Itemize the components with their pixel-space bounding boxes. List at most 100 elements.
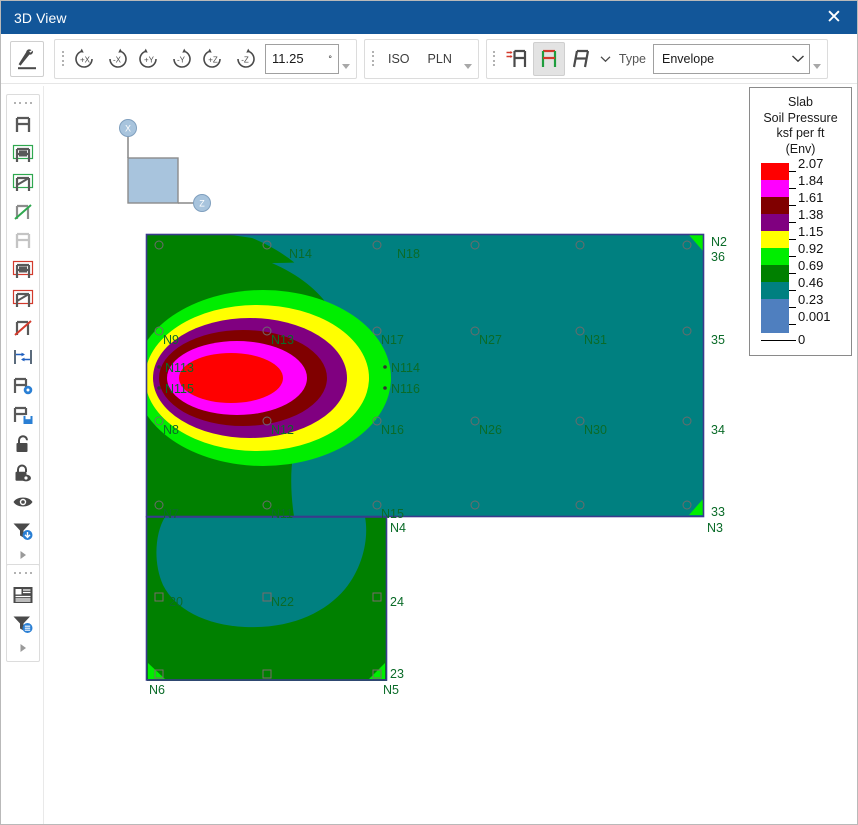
svg-text:+Z: +Z: [208, 55, 218, 64]
legend-tick: [789, 256, 796, 257]
legend-value: 1.84: [798, 175, 823, 187]
rotate-plus-y[interactable]: +Y: [133, 42, 165, 76]
degree-symbol: °: [328, 54, 332, 64]
frame-settings-icon[interactable]: [8, 371, 38, 400]
highlight-quad-icon[interactable]: [8, 284, 38, 313]
table-report-icon[interactable]: [8, 580, 38, 609]
left-toolbar-secondary: [6, 564, 40, 662]
axis-x-label: X: [125, 124, 131, 134]
type-label: Type: [619, 52, 646, 66]
frame-save-icon[interactable]: [8, 400, 38, 429]
soil-pressure-contour-plot[interactable]: N14 N18 N2 36 N9 N13 N17 N27 N31 35 N113…: [145, 233, 709, 683]
view-overflow-caret-icon[interactable]: [461, 42, 475, 76]
lock-view-icon[interactable]: [8, 458, 38, 487]
unselect-diagonal-icon[interactable]: [8, 197, 38, 226]
legend-tick: [789, 222, 796, 223]
node-label: 35: [711, 333, 725, 347]
rail-expand-arrow-icon[interactable]: [8, 638, 38, 658]
legend-value: 0.69: [798, 260, 823, 272]
legend-color-swatch: [761, 299, 789, 316]
rail-grip: [14, 99, 32, 107]
rotate-plus-z[interactable]: +Z: [197, 42, 229, 76]
node-label: 34: [711, 423, 725, 437]
frame-ghost-icon[interactable]: [8, 226, 38, 255]
iso-view-button[interactable]: ISO: [379, 42, 419, 76]
legend-tick: [789, 307, 796, 308]
legend-value: 1.38: [798, 209, 823, 221]
render-mode-plain-icon[interactable]: [565, 42, 597, 76]
highlight-plate-icon[interactable]: [8, 255, 38, 284]
clear-selection-icon[interactable]: [8, 313, 38, 342]
rail-expand-arrow-icon[interactable]: [8, 545, 38, 565]
chevron-down-icon: [791, 50, 805, 68]
render-mode-results-icon[interactable]: [533, 42, 565, 76]
legend-tick: [789, 340, 796, 341]
svg-text:-X: -X: [113, 55, 122, 64]
frame-icon[interactable]: [8, 110, 38, 139]
viewport-canvas[interactable]: X Z: [43, 86, 856, 824]
rail-grip: [14, 569, 32, 577]
legend-tick: [789, 273, 796, 274]
node-label: 33: [711, 505, 725, 519]
type-select-value: Envelope: [662, 52, 714, 66]
filter-info-icon[interactable]: [8, 609, 38, 638]
3d-view-window: 3D View ✕ +X: [0, 0, 858, 825]
legend-row: 0.001: [761, 316, 845, 333]
type-overflow-caret-icon[interactable]: [810, 42, 824, 76]
toolbar-group-rotation: +X -X +Y: [54, 39, 357, 79]
close-icon[interactable]: ✕: [811, 1, 857, 34]
view-toolbar: +X -X +Y: [1, 34, 857, 84]
legend-color-swatch: [761, 180, 789, 197]
toolbar-grip: [491, 48, 498, 70]
filter-download-icon[interactable]: [8, 516, 38, 545]
select-quad-icon[interactable]: [8, 168, 38, 197]
rotate-minus-y[interactable]: -Y: [165, 42, 197, 76]
rotate-minus-x[interactable]: -X: [101, 42, 133, 76]
render-chevron-down-icon[interactable]: [597, 42, 615, 76]
rotate-minus-z[interactable]: -Z: [229, 42, 261, 76]
legend-title-line: Soil Pressure: [756, 111, 845, 127]
rotation-angle-input[interactable]: 11.25 °: [265, 44, 339, 74]
contour-svg: [145, 233, 709, 683]
rotation-angle-value: 11.25: [272, 51, 304, 66]
legend-color-swatch: [761, 231, 789, 248]
svg-text:-Y: -Y: [177, 55, 186, 64]
contour-region-upper: [145, 233, 709, 523]
select-plate-icon[interactable]: [8, 139, 38, 168]
legend-tick: [789, 188, 796, 189]
visibility-eye-icon[interactable]: [8, 487, 38, 516]
distance-arrows-icon[interactable]: [8, 342, 38, 371]
legend-color-swatch: [761, 214, 789, 231]
axis-orientation-widget: X Z: [110, 111, 220, 221]
legend-value: 0.23: [798, 294, 823, 306]
toolbar-group-settings: [7, 39, 47, 79]
unlock-icon[interactable]: [8, 429, 38, 458]
rotation-overflow-caret-icon[interactable]: [339, 42, 353, 76]
type-select[interactable]: Envelope: [653, 44, 810, 74]
legend-title-line: ksf per ft: [756, 126, 845, 142]
legend-title-line: Slab: [756, 95, 845, 111]
legend-color-swatch: [761, 163, 789, 180]
legend-title: Slab Soil Pressure ksf per ft (Env): [756, 95, 845, 157]
legend-title-line: (Env): [756, 142, 845, 158]
toolbar-group-render: Type Envelope: [486, 39, 828, 79]
toolbar-grip: [59, 48, 66, 70]
legend-value: 2.07: [798, 158, 823, 170]
render-mode-loads-icon[interactable]: [501, 42, 533, 76]
legend-tick: [789, 171, 796, 172]
rotate-plus-x[interactable]: +X: [69, 42, 101, 76]
legend-value: 0: [798, 334, 805, 346]
legend-row: 0: [761, 333, 845, 347]
axis-z-label: Z: [199, 199, 205, 209]
plan-view-button[interactable]: PLN: [419, 42, 461, 76]
svg-text:+Y: +Y: [144, 55, 155, 64]
legend-value: 0.46: [798, 277, 823, 289]
title-bar: 3D View ✕: [1, 1, 857, 34]
legend-color-swatch: [761, 197, 789, 214]
wrench-icon[interactable]: [10, 41, 44, 77]
contour-region-lower: [145, 517, 389, 683]
legend-tick: [789, 239, 796, 240]
svg-text:-Z: -Z: [241, 55, 249, 64]
legend-color-swatch: [761, 316, 789, 333]
legend-rows: 2.071.841.611.381.150.920.690.460.230.00…: [756, 163, 845, 347]
